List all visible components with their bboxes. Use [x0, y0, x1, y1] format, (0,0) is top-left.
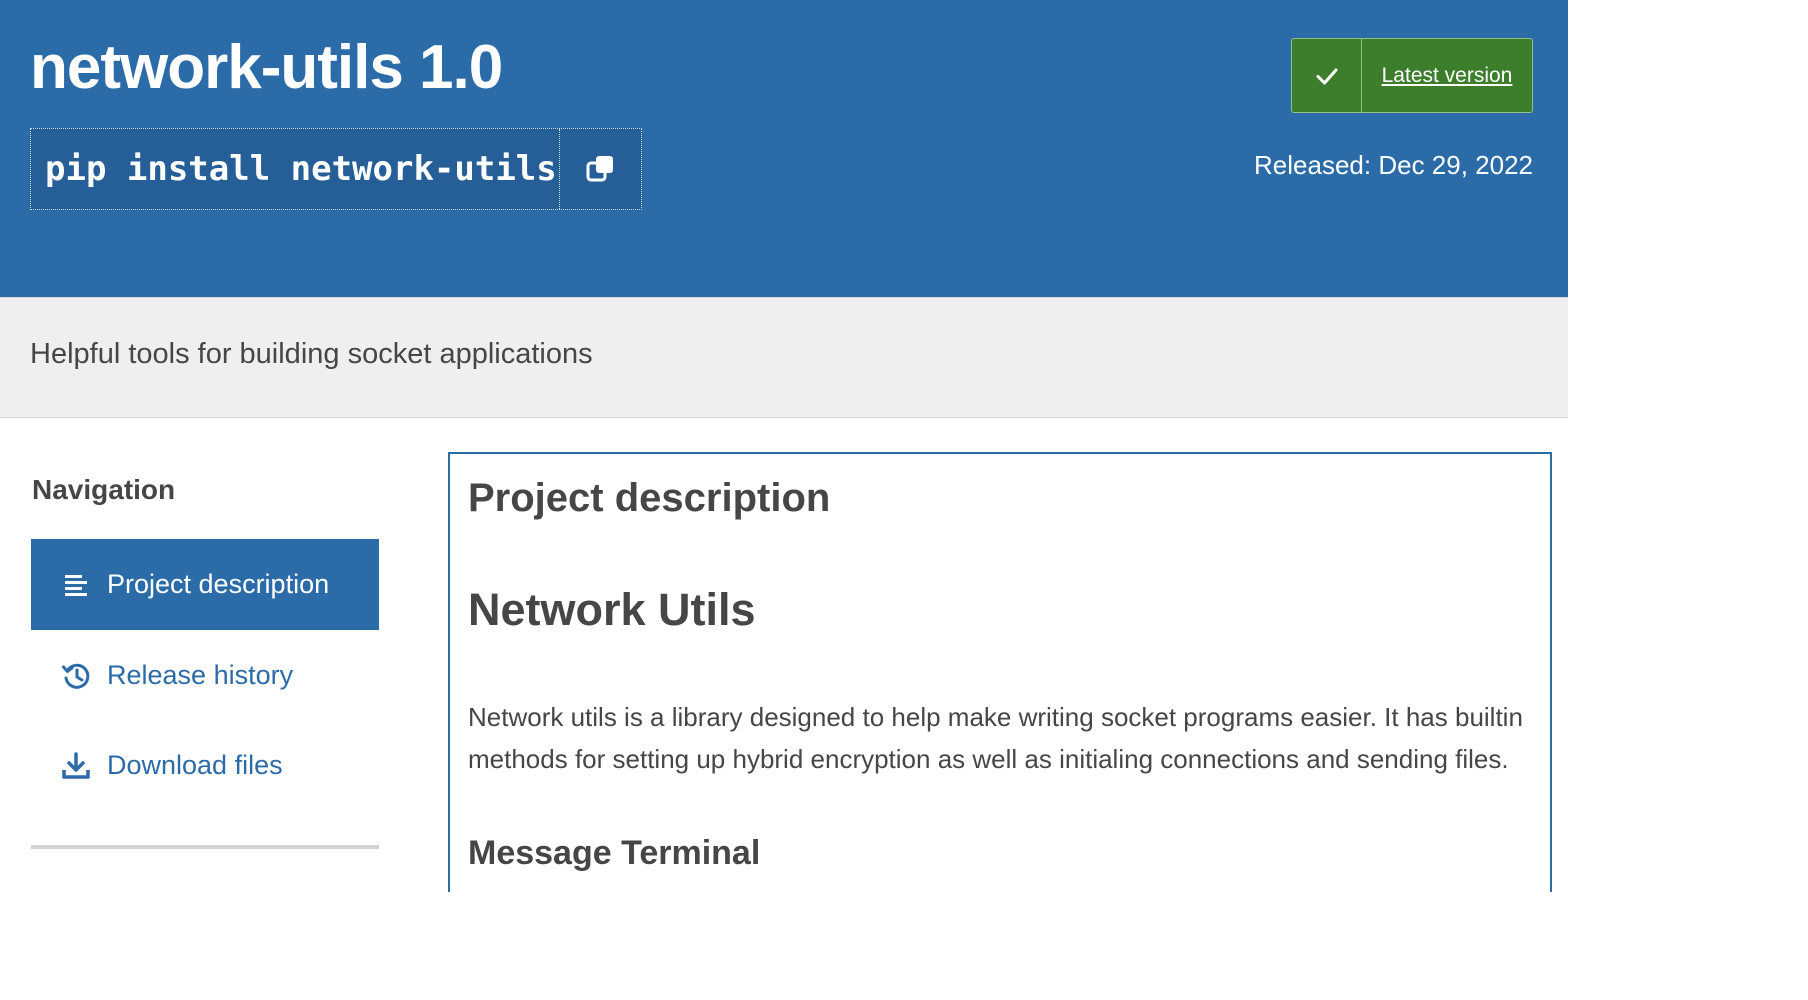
nav-item-label: Download files — [107, 750, 283, 780]
readme-paragraph: Network utils is a library designed to h… — [468, 702, 1523, 774]
copy-icon — [586, 156, 613, 182]
nav-item-label: Project description — [107, 569, 330, 599]
release-date: Released: Dec 29, 2022 — [1254, 150, 1533, 180]
project-description-heading: Project description — [468, 476, 831, 520]
package-title: network-utils 1.0 — [30, 33, 503, 102]
nav-item-project-description[interactable]: Project description — [31, 539, 379, 630]
check-icon — [1292, 39, 1362, 112]
copy-button[interactable] — [560, 129, 641, 209]
package-summary: Helpful tools for building socket applic… — [30, 338, 593, 370]
readme-subheading: Message Terminal — [468, 834, 761, 872]
latest-version-link[interactable]: Latest version — [1362, 39, 1532, 112]
navigation-heading: Navigation — [32, 474, 176, 505]
align-left-icon — [59, 568, 93, 602]
nav-item-label: Release history — [107, 660, 294, 690]
latest-version-button[interactable]: Latest version — [1291, 38, 1533, 113]
project-description-panel: Project description Network Utils Networ… — [448, 452, 1552, 892]
pip-install-command[interactable]: pip install network-utils — [31, 129, 560, 209]
nav-item-download-files[interactable]: Download files — [31, 720, 379, 811]
download-icon — [59, 749, 93, 783]
nav-item-release-history[interactable]: Release history — [31, 630, 379, 721]
history-icon — [59, 659, 93, 693]
package-summary-band: Helpful tools for building socket applic… — [0, 297, 1568, 418]
pip-install-box: pip install network-utils — [30, 128, 642, 210]
package-header: network-utils 1.0 pip install network-ut… — [0, 0, 1568, 297]
nav-divider — [31, 845, 379, 849]
readme-title: Network Utils — [468, 584, 756, 635]
